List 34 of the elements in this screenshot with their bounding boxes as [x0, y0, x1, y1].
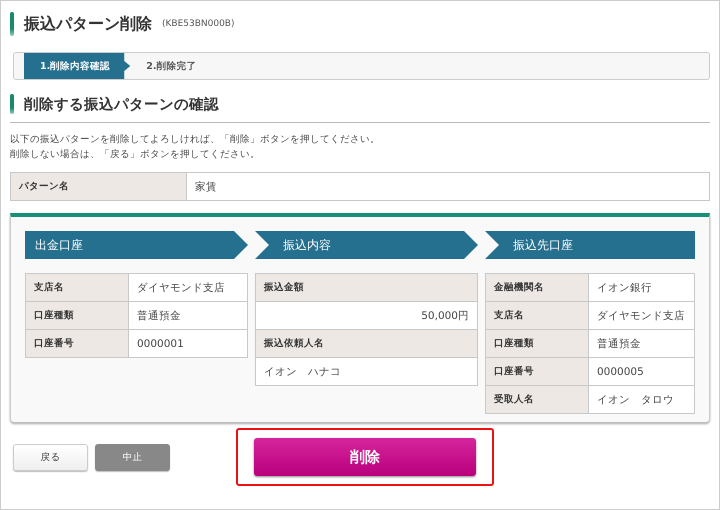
table-label: パターン名: [11, 173, 187, 200]
screen-code: (KBE53BN000B): [162, 19, 234, 29]
column-header: 振込先口座: [485, 231, 695, 259]
table-label: 振込依頼人名: [256, 330, 477, 357]
table-value: 0000001: [129, 330, 247, 357]
table-label: 振込金額: [256, 274, 477, 301]
table-value: 普通預金: [129, 302, 247, 329]
back-button[interactable]: 戻る: [13, 444, 88, 470]
table-label: 金融機関名: [486, 274, 589, 301]
table-label: 支店名: [26, 274, 129, 301]
table-value: イオン銀行: [589, 274, 694, 301]
step-item: 2.削除完了: [145, 60, 198, 74]
table-value: 50,000円: [256, 302, 477, 329]
table-value: ダイヤモンド支店: [129, 274, 247, 301]
column-header: 出金口座: [25, 231, 248, 259]
step-item: 1.削除内容確認: [24, 53, 130, 79]
delete-button[interactable]: 削除: [254, 438, 476, 476]
section-title: 削除する振込パターンの確認: [24, 96, 219, 114]
table-label: 口座種類: [486, 330, 589, 357]
instruction-text: 以下の振込パターンを削除してよろしければ、「削除」ボタンを押してください。: [10, 133, 381, 147]
table-label: 口座種類: [26, 302, 129, 329]
table-label: 支店名: [486, 302, 589, 329]
table-value: 0000005: [589, 358, 694, 385]
table-value: イオン ハナコ: [256, 358, 477, 385]
column-header: 振込内容: [255, 231, 478, 259]
table-label: 口座番号: [486, 358, 589, 385]
page-title: 振込パターン削除: [24, 14, 152, 34]
cancel-button[interactable]: 中止: [95, 444, 170, 470]
table-value: 普通預金: [589, 330, 694, 357]
instruction-text: 削除しない場合は、「戻る」ボタンを押してください。: [10, 148, 261, 162]
table-label: 受取人名: [486, 386, 589, 413]
table-value: イオン タロウ: [589, 386, 694, 413]
table-value: ダイヤモンド支店: [589, 302, 694, 329]
table-label: 口座番号: [26, 330, 129, 357]
